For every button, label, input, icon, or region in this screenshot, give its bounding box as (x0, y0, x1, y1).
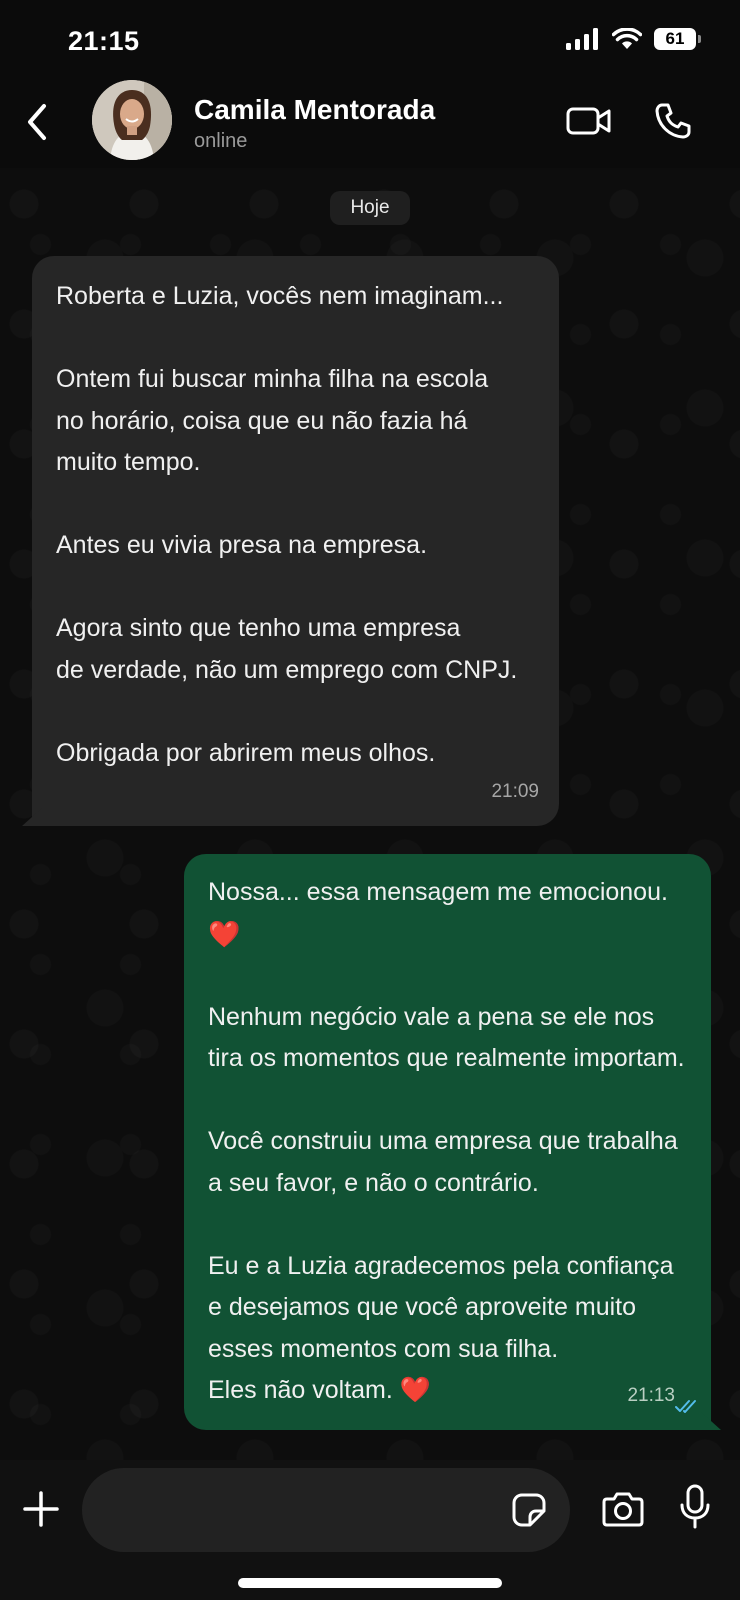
message-line (208, 1080, 693, 1122)
video-call-icon[interactable] (566, 106, 612, 136)
battery-icon: 61 (654, 28, 701, 50)
message-line: Antes eu vivia presa na empresa. (56, 531, 428, 559)
back-icon[interactable] (22, 102, 52, 142)
message-line: Eu e a Luzia agradecemos pela confiança (208, 1251, 674, 1280)
message-input[interactable] (82, 1468, 570, 1552)
battery-level: 61 (665, 29, 685, 48)
message-line: Nenhum negócio vale a pena se ele nos (208, 1002, 655, 1031)
signal-icon (566, 28, 598, 50)
date-separator: Hoje (330, 191, 410, 225)
message-line: muito tempo. (56, 448, 201, 476)
wifi-icon (612, 28, 642, 49)
contact-name[interactable]: Camila Mentorada (194, 94, 435, 126)
heart-emoji: ❤️ (208, 918, 241, 949)
message-line: no horário, coisa que eu não fazia há (56, 406, 468, 435)
message-line (56, 567, 539, 609)
message-line (56, 484, 539, 526)
message-line (208, 1204, 693, 1246)
message-line: tira os momentos que realmente importam. (208, 1044, 685, 1072)
message-line: Você construiu uma empresa que trabalha (208, 1127, 678, 1155)
mic-icon[interactable] (680, 1484, 710, 1530)
message-line: a seu favor, e não o contrário. (208, 1168, 539, 1197)
outgoing-message-bubble[interactable]: Nossa... essa mensagem me emocionou. ❤️ … (184, 854, 711, 1430)
message-line (56, 318, 539, 360)
message-line: Nossa... essa mensagem me emocionou. (208, 878, 668, 906)
sticker-icon[interactable] (512, 1493, 546, 1527)
message-line: esses momentos com sua filha. (208, 1334, 559, 1363)
message-line: Obrigada por abrirem meus olhos. (56, 738, 436, 767)
incoming-message-bubble[interactable]: Roberta e Luzia, vocês nem imaginam... O… (32, 256, 559, 826)
status-time: 21:15 (68, 26, 140, 56)
composer-bar (0, 1460, 740, 1600)
message-line: Agora sinto que tenho uma empresa (56, 614, 461, 642)
phone-icon[interactable] (654, 102, 692, 140)
camera-icon[interactable] (602, 1490, 644, 1528)
plus-icon[interactable] (22, 1490, 60, 1528)
message-line (56, 691, 539, 733)
message-line: Roberta e Luzia, vocês nem imaginam... (56, 282, 504, 310)
message-line: de verdade, não um emprego com CNPJ. (56, 655, 518, 684)
read-ticks-icon (675, 1400, 696, 1413)
avatar-picture (92, 80, 172, 160)
message-line: e desejamos que você aproveite muito (208, 1293, 637, 1321)
message-timestamp: 21:09 (491, 780, 539, 802)
message-line: Ontem fui buscar minha filha na escola (56, 365, 489, 393)
message-timestamp: 21:13 (627, 1384, 675, 1406)
status-icons: 61 (566, 28, 701, 50)
message-line (208, 955, 693, 997)
home-indicator[interactable] (238, 1578, 502, 1588)
message-line: Eles não voltam. ❤️ (208, 1376, 431, 1404)
avatar[interactable] (92, 80, 172, 160)
chat-header: Camila Mentorada online (0, 72, 740, 168)
contact-status: online (194, 130, 248, 152)
